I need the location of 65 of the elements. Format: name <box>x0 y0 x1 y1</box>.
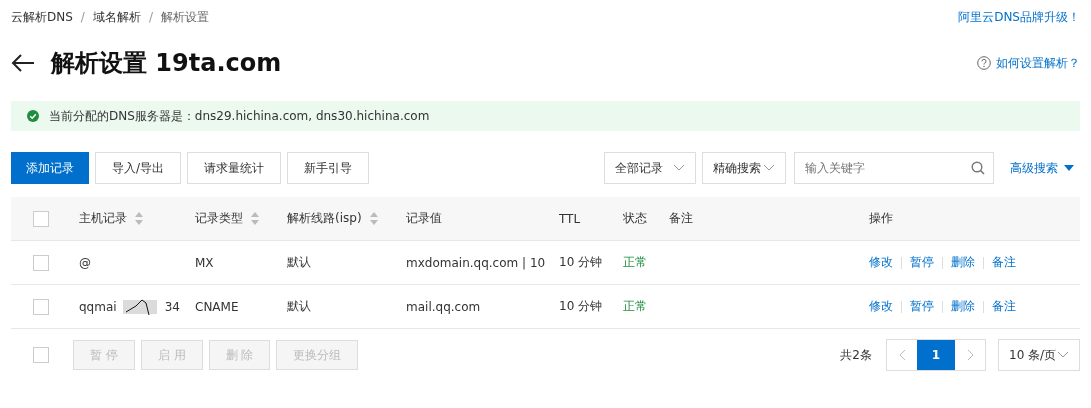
value-cell-text: mail.qq.com <box>406 299 482 314</box>
chevron-left-icon <box>898 349 906 361</box>
column-header: TTL <box>559 211 582 226</box>
checkbox[interactable] <box>33 298 49 315</box>
toolbar-button[interactable]: 导入/导出 <box>95 152 182 184</box>
record-filter-dropdown[interactable]: 全部记录 <box>604 152 696 184</box>
ttl-cell-text: 10 分钟 <box>559 254 604 271</box>
line-cell-text: 默认 <box>287 298 312 315</box>
breadcrumb-item[interactable]: 域名解析 <box>92 8 141 26</box>
help-icon <box>977 56 991 70</box>
caret-down-icon <box>1064 165 1074 171</box>
column-header[interactable]: 记录类型 <box>195 210 287 227</box>
action-link[interactable]: 删除 <box>951 298 975 315</box>
toolbar-button[interactable]: 添加记录 <box>11 152 89 184</box>
upgrade-link[interactable]: 阿里云DNS品牌升级！ <box>958 8 1080 26</box>
page-size-dropdown[interactable]: 10 条/页 <box>998 339 1080 371</box>
breadcrumb-separator: / <box>80 10 85 24</box>
breadcrumb-item[interactable]: 云解析DNS <box>11 8 73 26</box>
check-circle-icon <box>27 110 39 122</box>
status-cell-text: 正常 <box>623 254 648 271</box>
action-link[interactable]: 备注 <box>992 254 1016 271</box>
checkbox[interactable] <box>33 210 49 227</box>
search-icon <box>971 161 985 175</box>
chevron-right-icon <box>966 349 974 361</box>
search-field[interactable]: 输入关键字 <box>794 152 994 184</box>
column-header: 记录值 <box>406 210 443 227</box>
chevron-down-icon <box>1057 351 1069 359</box>
checkbox[interactable] <box>33 254 49 271</box>
total-count: 共2条 <box>840 346 872 364</box>
ttl-cell-text: 10 分钟 <box>559 298 604 315</box>
action-link[interactable]: 备注 <box>992 298 1016 315</box>
toolbar-button[interactable]: 请求量统计 <box>187 152 282 184</box>
action-link[interactable]: 删除 <box>951 254 975 271</box>
action-link[interactable]: 修改 <box>869 254 893 271</box>
line-cell-text: 默认 <box>287 254 312 271</box>
sort-icon[interactable] <box>135 212 143 225</box>
host-cell-text: @ <box>79 255 92 270</box>
column-header: 备注 <box>669 210 694 227</box>
advanced-search-link[interactable]: 高级搜索 <box>1010 159 1074 177</box>
alert-text: 当前分配的DNS服务器是：dns29.hichina.com, dns30.hichina.com <box>49 107 430 125</box>
type-cell-text: MX <box>195 255 215 270</box>
sort-icon[interactable] <box>369 212 378 225</box>
chevron-down-icon <box>673 164 685 172</box>
type-cell-text: CNAME <box>195 299 240 314</box>
search-mode-dropdown[interactable]: 精确搜索 <box>702 152 786 184</box>
sort-icon[interactable] <box>251 212 259 225</box>
host-cell-text: qqmai 34 <box>79 297 181 316</box>
back-arrow-icon[interactable] <box>11 54 35 72</box>
status-cell-text: 正常 <box>623 298 648 315</box>
breadcrumb-item: 解析设置 <box>160 8 209 26</box>
column-header: 状态 <box>623 210 648 227</box>
breadcrumb-separator: / <box>148 10 153 24</box>
action-link[interactable]: 暂停 <box>910 254 934 271</box>
help-link[interactable]: 如何设置解析？ <box>996 54 1080 72</box>
page-title: 解析设置 19ta.com <box>51 48 282 79</box>
column-header[interactable]: 主机记录 <box>79 210 195 227</box>
chevron-down-icon <box>763 164 775 172</box>
action-link[interactable]: 暂停 <box>910 298 934 315</box>
column-header: 操作 <box>869 210 894 227</box>
action-link[interactable]: 修改 <box>869 298 893 315</box>
page-button[interactable]: 1 <box>917 340 955 370</box>
column-header[interactable]: 解析线路(isp) <box>287 210 406 227</box>
toolbar-button[interactable]: 新手引导 <box>287 152 370 184</box>
checkbox[interactable] <box>33 347 49 363</box>
value-cell-text: mxdomain.qq.com | 10 <box>406 255 547 270</box>
